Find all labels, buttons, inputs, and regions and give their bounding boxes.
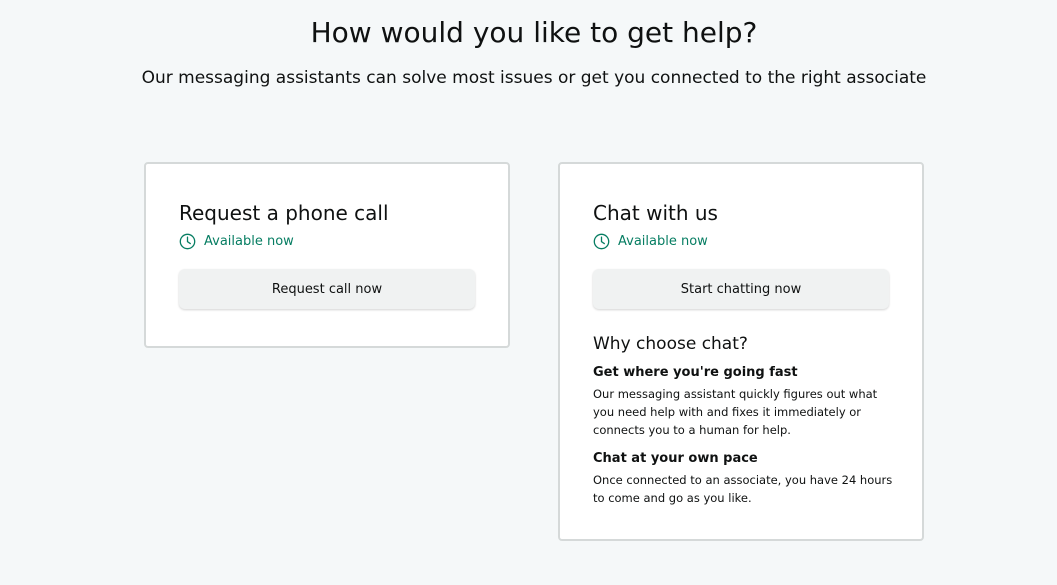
chat-availability-status: Available now — [593, 231, 708, 251]
request-call-button[interactable]: Request call now — [179, 269, 475, 309]
page-title: How would you like to get help? — [310, 16, 758, 49]
chat-card-title: Chat with us — [593, 201, 718, 225]
phone-availability-status: Available now — [179, 231, 294, 251]
chat-availability-label: Available now — [618, 233, 708, 249]
phone-call-card: Request a phone call Available now Reque… — [144, 162, 510, 348]
feature-heading: Get where you're going fast — [593, 365, 798, 380]
clock-icon — [593, 233, 610, 249]
phone-card-title: Request a phone call — [179, 201, 389, 225]
feature-heading: Chat at your own pace — [593, 451, 758, 466]
phone-availability-label: Available now — [204, 233, 294, 249]
page-subtitle: Our messaging assistants can solve most … — [141, 68, 927, 88]
start-chat-button[interactable]: Start chatting now — [593, 269, 889, 309]
chat-card: Chat with us Available now Start chattin… — [558, 162, 924, 541]
why-choose-chat-heading: Why choose chat? — [593, 334, 748, 354]
clock-icon — [179, 233, 196, 249]
feature-text: Once connected to an associate, you have… — [593, 473, 893, 505]
feature-text: Our messaging assistant quickly figures … — [593, 387, 878, 437]
